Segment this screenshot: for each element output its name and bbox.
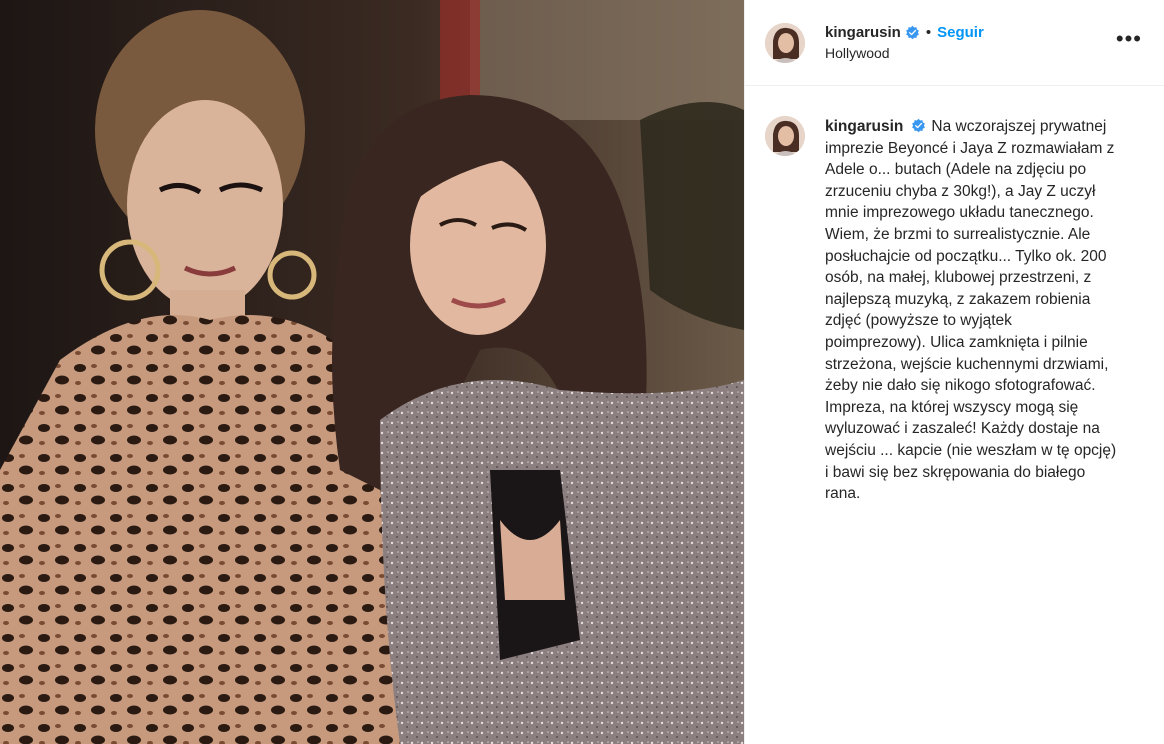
avatar[interactable]	[765, 22, 805, 63]
more-options-icon[interactable]: •••	[1116, 28, 1142, 50]
verified-badge-icon	[905, 25, 919, 40]
caption-avatar[interactable]	[765, 116, 805, 156]
follow-button[interactable]: Seguir	[937, 24, 984, 41]
caption-text: kingarusin Na wczorajszej prywatnej impr…	[825, 116, 1117, 505]
caption-area: kingarusin Na wczorajszej prywatnej impr…	[745, 86, 1164, 505]
caption-verified-badge-icon	[912, 118, 926, 133]
post-header: kingarusin • Seguir Hollywood •••	[745, 0, 1164, 86]
caption-body: Na wczorajszej prywatnej imprezie Beyonc…	[825, 118, 1117, 503]
username-link[interactable]: kingarusin	[825, 24, 901, 41]
avatar-image	[765, 22, 805, 63]
location-link[interactable]: Hollywood	[825, 45, 984, 61]
caption-username-link[interactable]: kingarusin	[825, 118, 903, 135]
header-text: kingarusin • Seguir Hollywood	[825, 24, 984, 61]
post-sidebar: kingarusin • Seguir Hollywood ••• kingar…	[744, 0, 1164, 744]
instagram-post: kingarusin • Seguir Hollywood ••• kingar…	[0, 0, 1164, 744]
separator-dot: •	[925, 24, 932, 41]
photo-illustration	[0, 0, 744, 744]
post-photo[interactable]	[0, 0, 744, 744]
caption-avatar-image	[765, 116, 805, 156]
user-line: kingarusin • Seguir	[825, 24, 984, 41]
